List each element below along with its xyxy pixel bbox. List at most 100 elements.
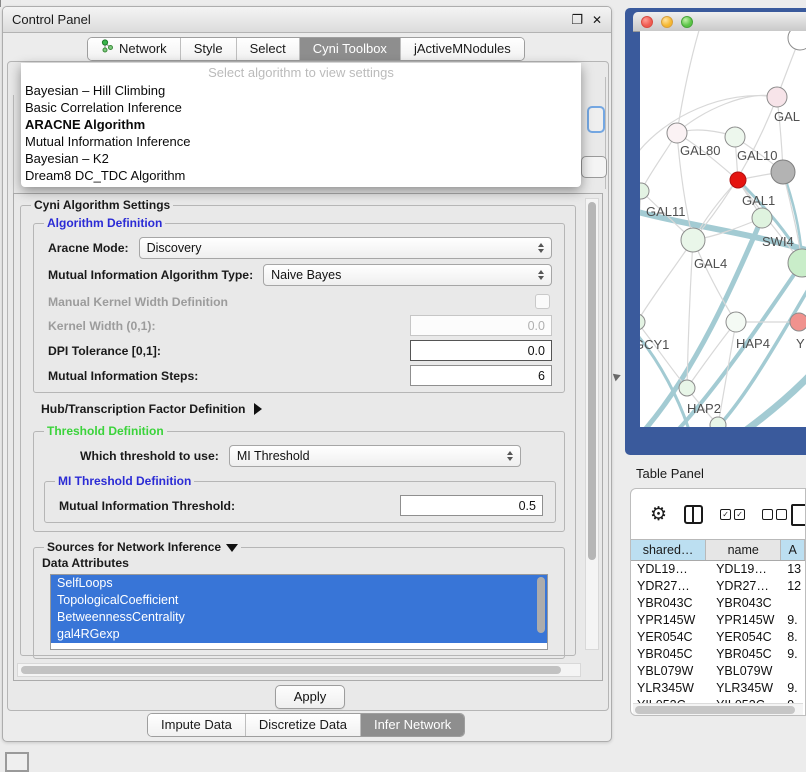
close-traffic-light-icon[interactable]: [641, 16, 653, 28]
tab-select[interactable]: Select: [236, 38, 299, 60]
tab-style[interactable]: Style: [180, 38, 236, 60]
hub-definition-label: Hub/Transcription Factor Definition: [41, 402, 246, 416]
table-row[interactable]: YLR345WYLR345W9.: [631, 680, 805, 697]
network-node[interactable]: [767, 87, 787, 107]
table-cell: YDR27…: [706, 578, 781, 595]
network-node[interactable]: [667, 123, 687, 143]
algorithm-option-mutual-information-inference[interactable]: Mutual Information Inference: [21, 133, 581, 150]
attribute-item-gal4rgexp[interactable]: gal4RGexp: [51, 626, 547, 643]
network-node[interactable]: [640, 314, 645, 330]
table-cell: YLR345W: [631, 680, 706, 697]
hidden-groupbox-left-border: [13, 95, 14, 193]
stepper-arrows-icon: [538, 243, 544, 253]
zoom-traffic-light-icon[interactable]: [681, 16, 693, 28]
gear-icon[interactable]: ⚙: [650, 505, 667, 524]
cyni-algorithm-settings-title: Cyni Algorithm Settings: [31, 198, 173, 212]
deselect-all-checkboxes-icon[interactable]: [762, 509, 787, 520]
mi-algorithm-type-combobox[interactable]: Naive Bayes: [263, 264, 552, 286]
network-node-label-gal: GAL: [774, 109, 800, 124]
bottom-tab-impute-data[interactable]: Impute Data: [148, 714, 245, 736]
main-tabs: NetworkStyleSelectCyni ToolboxjActiveMNo…: [87, 37, 525, 61]
network-node-label-hap4: HAP4: [736, 336, 770, 351]
network-node-label-gal1: GAL1: [742, 193, 775, 208]
hidden-combo-fragment: [581, 156, 607, 178]
table-row[interactable]: YER054CYER054C8.: [631, 629, 805, 646]
apply-button[interactable]: Apply: [275, 685, 345, 709]
minimized-panel-icon[interactable]: [5, 752, 29, 772]
network-node[interactable]: [752, 208, 772, 228]
settings-horizontal-scrollbar[interactable]: [17, 663, 581, 677]
column-header-name[interactable]: name: [706, 540, 781, 560]
kernel-width-label: Kernel Width (0,1):: [48, 319, 156, 333]
list-scrollbar-thumb[interactable]: [537, 577, 545, 633]
aracne-mode-combobox[interactable]: Discovery: [139, 237, 552, 259]
dpi-tolerance-field[interactable]: [410, 340, 552, 361]
data-attributes-list[interactable]: SelfLoopsTopologicalCoefficientBetweenne…: [50, 574, 548, 650]
threshold-definition-group: Threshold Definition Which threshold to …: [33, 424, 565, 532]
table-row[interactable]: YDL19…YDL19…13: [631, 561, 805, 578]
bottom-tab-infer-network[interactable]: Infer Network: [360, 714, 464, 736]
attribute-item-topologicalcoefficient[interactable]: TopologicalCoefficient: [51, 592, 547, 609]
network-node[interactable]: [788, 31, 806, 50]
collapsed-arrow-icon[interactable]: [254, 403, 262, 415]
table-cell: YBL079W: [631, 663, 706, 680]
expanded-arrow-icon[interactable]: [226, 544, 238, 552]
settings-horizontal-scrollbar-thumb[interactable]: [21, 666, 561, 674]
manual-kernel-width-checkbox[interactable]: [535, 294, 550, 309]
table-cell: [781, 595, 805, 612]
network-node[interactable]: [725, 127, 745, 147]
algorithm-option-bayesian-k2[interactable]: Bayesian – K2: [21, 150, 581, 167]
mi-threshold-label: Mutual Information Threshold:: [59, 499, 235, 513]
table-row[interactable]: YDR27…YDR27…12: [631, 578, 805, 595]
aracne-mode-label: Aracne Mode:: [48, 241, 129, 255]
network-node[interactable]: [790, 313, 806, 331]
column-layout-icon[interactable]: [684, 505, 703, 524]
mi-threshold-field[interactable]: [400, 495, 543, 516]
network-node[interactable]: [771, 160, 795, 184]
bottom-tab-discretize-data[interactable]: Discretize Data: [245, 714, 360, 736]
close-window-icon[interactable]: ✕: [592, 13, 602, 27]
network-node[interactable]: [726, 312, 746, 332]
select-all-checkboxes-icon[interactable]: ✓✓: [720, 509, 745, 520]
attribute-item-betweennesscentrality[interactable]: BetweennessCentrality: [51, 609, 547, 626]
table-horizontal-scrollbar[interactable]: [633, 703, 803, 716]
algorithm-option-basic-correlation-inference[interactable]: Basic Correlation Inference: [21, 99, 581, 116]
mi-algorithm-type-label: Mutual Information Algorithm Type:: [48, 268, 253, 282]
table-row[interactable]: YBL079WYBL079W: [631, 663, 805, 680]
mi-steps-field[interactable]: [410, 365, 552, 386]
algorithm-option-bayesian-hill-climbing[interactable]: Bayesian – Hill Climbing: [21, 82, 581, 99]
network-node-label-gal80: GAL80: [680, 143, 720, 158]
export-table-icon[interactable]: [791, 504, 806, 526]
which-threshold-combobox[interactable]: MI Threshold: [229, 445, 521, 467]
network-edge[interactable]: [693, 240, 736, 322]
attribute-item-selfloops[interactable]: SelfLoops: [51, 575, 547, 592]
table-cell: YBR043C: [706, 595, 781, 612]
network-node[interactable]: [730, 172, 746, 188]
tab-network[interactable]: Network: [88, 38, 180, 60]
table-horizontal-scrollbar-thumb[interactable]: [635, 706, 795, 714]
algorithm-option-dream8-dc-tdc-algorithm[interactable]: Dream8 DC_TDC Algorithm: [21, 167, 581, 184]
network-node[interactable]: [788, 249, 806, 277]
settings-vertical-scrollbar-thumb[interactable]: [588, 202, 596, 560]
network-canvas[interactable]: GALGAL80GAL10GAL1GAL11SWI4GAL4GCY1HAP4YH…: [640, 31, 806, 427]
table-row[interactable]: YBR043CYBR043C: [631, 595, 805, 612]
network-node[interactable]: [679, 380, 695, 396]
algorithm-dropdown-popup: Select algorithm to view settings Bayesi…: [21, 63, 581, 187]
table-cell: 12: [781, 578, 805, 595]
network-edge[interactable]: [677, 95, 777, 133]
table-row[interactable]: YBR045CYBR045C9.: [631, 646, 805, 663]
settings-vertical-scrollbar[interactable]: [585, 198, 599, 650]
network-edge[interactable]: [640, 240, 693, 322]
algorithm-option-aracne-algorithm[interactable]: ARACNE Algorithm: [21, 116, 581, 133]
tab-cyni-toolbox[interactable]: Cyni Toolbox: [299, 38, 400, 60]
threshold-definition-title: Threshold Definition: [44, 424, 167, 438]
float-window-icon[interactable]: ❐: [571, 12, 583, 28]
algorithm-dropdown-items: Bayesian – Hill ClimbingBasic Correlatio…: [21, 82, 581, 184]
kernel-width-field[interactable]: [410, 315, 552, 336]
column-header-shared-[interactable]: shared…: [631, 540, 706, 560]
column-header-a[interactable]: A: [781, 540, 805, 560]
tab-jactivemnodules[interactable]: jActiveMNodules: [400, 38, 524, 60]
minimize-traffic-light-icon[interactable]: [661, 16, 673, 28]
network-node[interactable]: [681, 228, 705, 252]
table-row[interactable]: YPR145WYPR145W9.: [631, 612, 805, 629]
